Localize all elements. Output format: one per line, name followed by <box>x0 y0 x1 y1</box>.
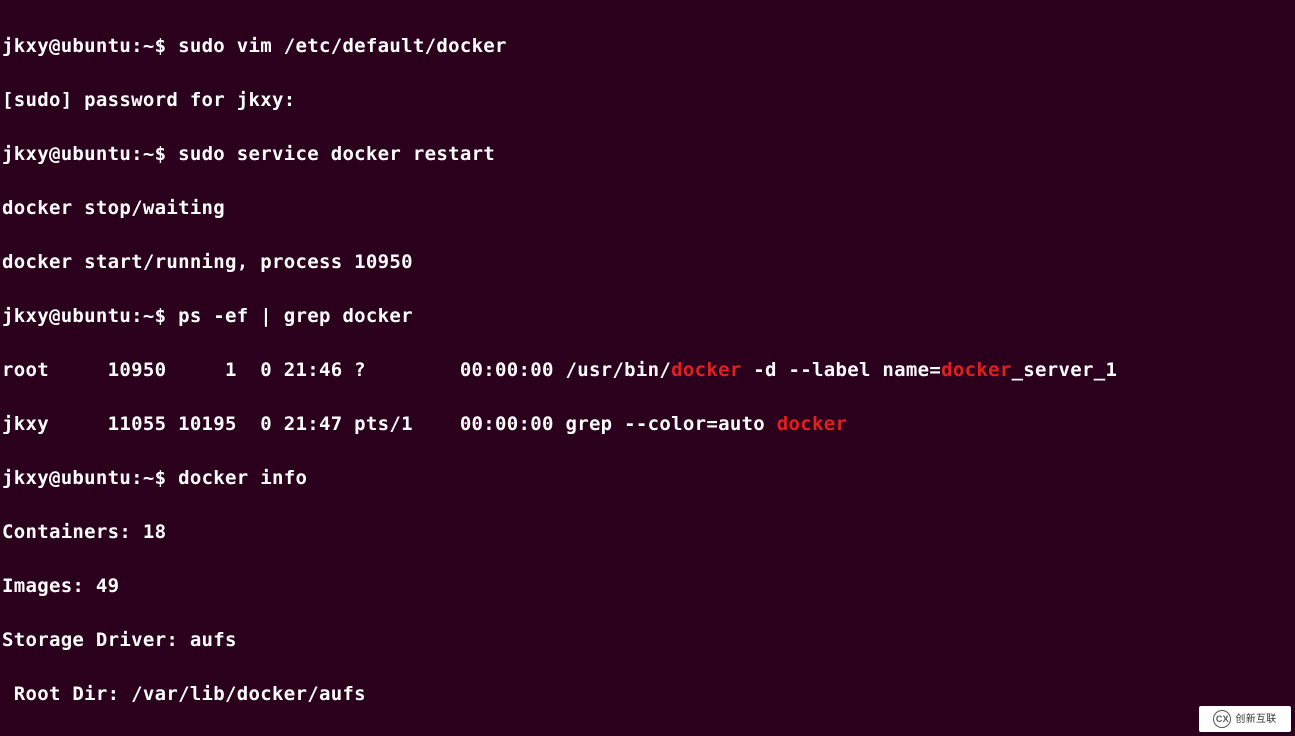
watermark-badge: CX 创新互联 <box>1199 706 1291 732</box>
docker-info-line: Images: 49 <box>2 573 1293 600</box>
terminal-line: jkxy@ubuntu:~$ ps -ef | grep docker <box>2 303 1293 330</box>
watermark-logo-icon: CX <box>1213 710 1231 728</box>
grep-match: docker <box>777 413 847 435</box>
command-text: docker info <box>178 467 307 489</box>
shell-prompt: jkxy@ubuntu:~$ <box>2 143 178 165</box>
shell-prompt: jkxy@ubuntu:~$ <box>2 467 178 489</box>
grep-match: docker <box>671 359 741 381</box>
watermark-text: 创新互联 <box>1235 706 1276 733</box>
terminal-output[interactable]: jkxy@ubuntu:~$ sudo vim /etc/default/doc… <box>0 0 1295 736</box>
grep-match: docker <box>941 359 1011 381</box>
ps-output-line: root 10950 1 0 21:46 ? 00:00:00 /usr/bin… <box>2 357 1293 384</box>
shell-prompt: jkxy@ubuntu:~$ <box>2 35 178 57</box>
docker-info-line: Storage Driver: aufs <box>2 627 1293 654</box>
terminal-line: jkxy@ubuntu:~$ sudo vim /etc/default/doc… <box>2 33 1293 60</box>
terminal-line: [sudo] password for jkxy: <box>2 87 1293 114</box>
terminal-line: docker stop/waiting <box>2 195 1293 222</box>
shell-prompt: jkxy@ubuntu:~$ <box>2 305 178 327</box>
terminal-line: jkxy@ubuntu:~$ docker info <box>2 465 1293 492</box>
docker-info-line: Containers: 18 <box>2 519 1293 546</box>
terminal-line: jkxy@ubuntu:~$ sudo service docker resta… <box>2 141 1293 168</box>
command-text: sudo vim /etc/default/docker <box>178 35 507 57</box>
command-text: ps -ef | grep docker <box>178 305 413 327</box>
docker-info-line: Root Dir: /var/lib/docker/aufs <box>2 681 1293 708</box>
ps-output-line: jkxy 11055 10195 0 21:47 pts/1 00:00:00 … <box>2 411 1293 438</box>
terminal-line: docker start/running, process 10950 <box>2 249 1293 276</box>
command-text: sudo service docker restart <box>178 143 495 165</box>
